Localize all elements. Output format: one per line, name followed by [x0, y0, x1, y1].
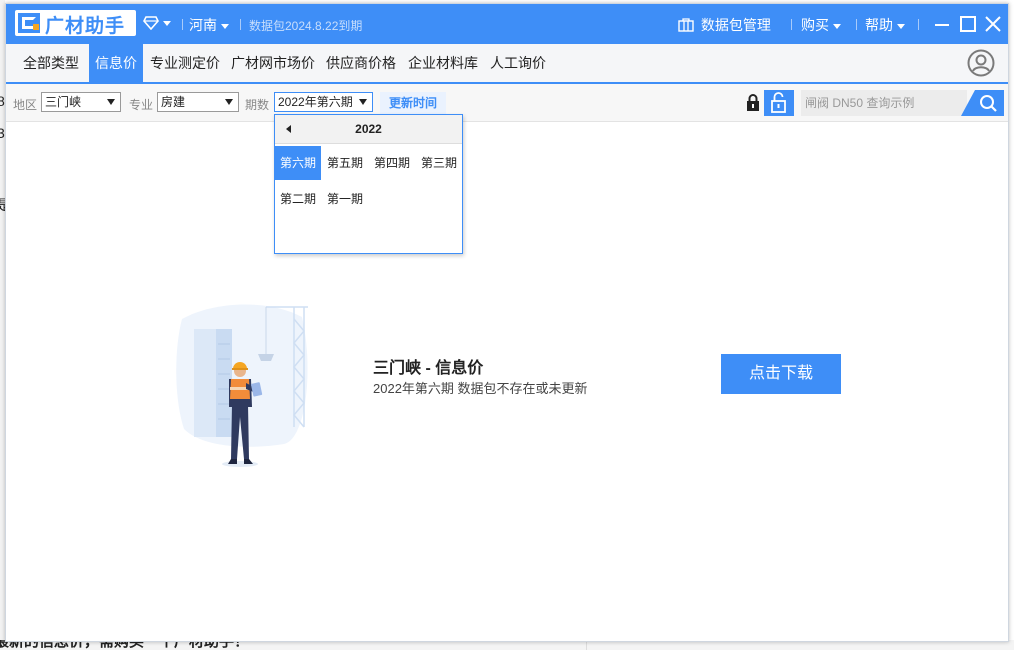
package-management-label: 数据包管理	[700, 17, 771, 33]
divider	[240, 19, 241, 30]
divider	[791, 19, 792, 30]
help-label: 帮助	[865, 17, 893, 33]
period-option[interactable]: 第五期	[322, 146, 368, 180]
specialty-filter-label: 专业	[129, 98, 154, 112]
period-option[interactable]: 第四期	[369, 146, 415, 180]
app-window: 广材助手 河南 数据包2024.8.22到期 数据包管理 购买 帮助 全部类型 …	[5, 3, 1009, 642]
title-bar: 广材助手 河南 数据包2024.8.22到期 数据包管理 购买 帮助	[6, 4, 1008, 44]
maximize-icon[interactable]	[958, 14, 978, 34]
worker-illustration	[176, 304, 308, 467]
user-avatar-icon[interactable]	[967, 49, 995, 77]
tab-market-price[interactable]: 广材网市场价	[231, 44, 315, 82]
chevron-down-icon	[833, 23, 841, 29]
divider	[182, 19, 183, 30]
period-option[interactable]: 第二期	[275, 182, 321, 216]
filter-bar: 地区 三门峡 专业 房建 期数 2022年第六期 更新时间	[6, 84, 1008, 122]
package-management-button[interactable]: 数据包管理	[678, 15, 771, 35]
period-picker-year: 2022	[355, 122, 382, 136]
empty-state-title: 三门峡 - 信息价	[373, 360, 484, 377]
tab-manual-inquiry[interactable]: 人工询价	[490, 44, 546, 82]
bg-fragment-char: ·	[0, 490, 2, 506]
category-tabs: 全部类型 信息价 专业测定价 广材网市场价 供应商价格 企业材料库 人工询价	[6, 44, 1008, 84]
diamond-dropdown[interactable]	[143, 14, 171, 31]
expiry-notice: 数据包2024.8.22到期	[249, 19, 363, 33]
period-option[interactable]: 第一期	[322, 182, 368, 216]
period-select-value: 2022年第六期	[278, 95, 353, 109]
period-filter-label: 期数	[245, 98, 270, 112]
dropdown-arrow-icon	[225, 99, 233, 105]
period-picker-popup: 2022 第六期 第五期 第四期 第三期 第二期 第一期	[274, 114, 463, 254]
region-switcher[interactable]: 河南	[189, 15, 229, 35]
empty-state-message: 2022年第六期 数据包不存在或未更新	[373, 381, 588, 396]
buy-menu[interactable]: 购买	[801, 15, 841, 35]
app-title: 广材助手	[45, 16, 126, 37]
search-button[interactable]	[961, 90, 1004, 116]
search-icon	[980, 95, 997, 112]
search-input[interactable]	[801, 90, 967, 116]
period-select[interactable]: 2022年第六期	[274, 92, 373, 112]
divider	[856, 19, 857, 30]
close-icon[interactable]	[983, 14, 1003, 34]
period-picker-header: 2022	[275, 115, 462, 144]
period-option[interactable]: 第三期	[416, 146, 462, 180]
dropdown-arrow-icon	[107, 99, 115, 105]
region-select-value: 三门峡	[45, 95, 82, 109]
tab-professional-price[interactable]: 专业测定价	[150, 44, 220, 82]
chevron-down-icon	[163, 20, 171, 26]
region-filter-label: 地区	[13, 98, 38, 112]
specialty-select[interactable]: 房建	[157, 92, 239, 112]
logo-mark-icon	[18, 13, 40, 33]
download-button[interactable]: 点击下载	[721, 354, 841, 394]
update-time-button[interactable]: 更新时间	[380, 92, 446, 114]
tab-supplier-price[interactable]: 供应商价格	[326, 44, 396, 82]
period-option[interactable]: 第六期	[275, 146, 321, 180]
minimize-icon[interactable]	[932, 14, 952, 34]
tab-info-price[interactable]: 信息价	[89, 44, 143, 82]
specialty-select-value: 房建	[161, 95, 186, 109]
region-label: 河南	[189, 17, 217, 33]
diamond-icon	[143, 16, 159, 31]
divider	[918, 19, 919, 30]
help-menu[interactable]: 帮助	[865, 15, 905, 35]
package-icon	[678, 18, 694, 32]
tab-enterprise-library[interactable]: 企业材料库	[408, 44, 478, 82]
app-logo: 广材助手	[15, 10, 136, 37]
buy-label: 购买	[801, 17, 829, 33]
chevron-down-icon	[897, 23, 905, 29]
chevron-down-icon	[221, 23, 229, 29]
dropdown-arrow-icon	[359, 99, 367, 105]
region-select[interactable]: 三门峡	[41, 92, 121, 112]
unlock-icon[interactable]	[764, 90, 794, 116]
lock-icon[interactable]	[743, 93, 763, 113]
tab-all-types[interactable]: 全部类型	[18, 44, 89, 82]
